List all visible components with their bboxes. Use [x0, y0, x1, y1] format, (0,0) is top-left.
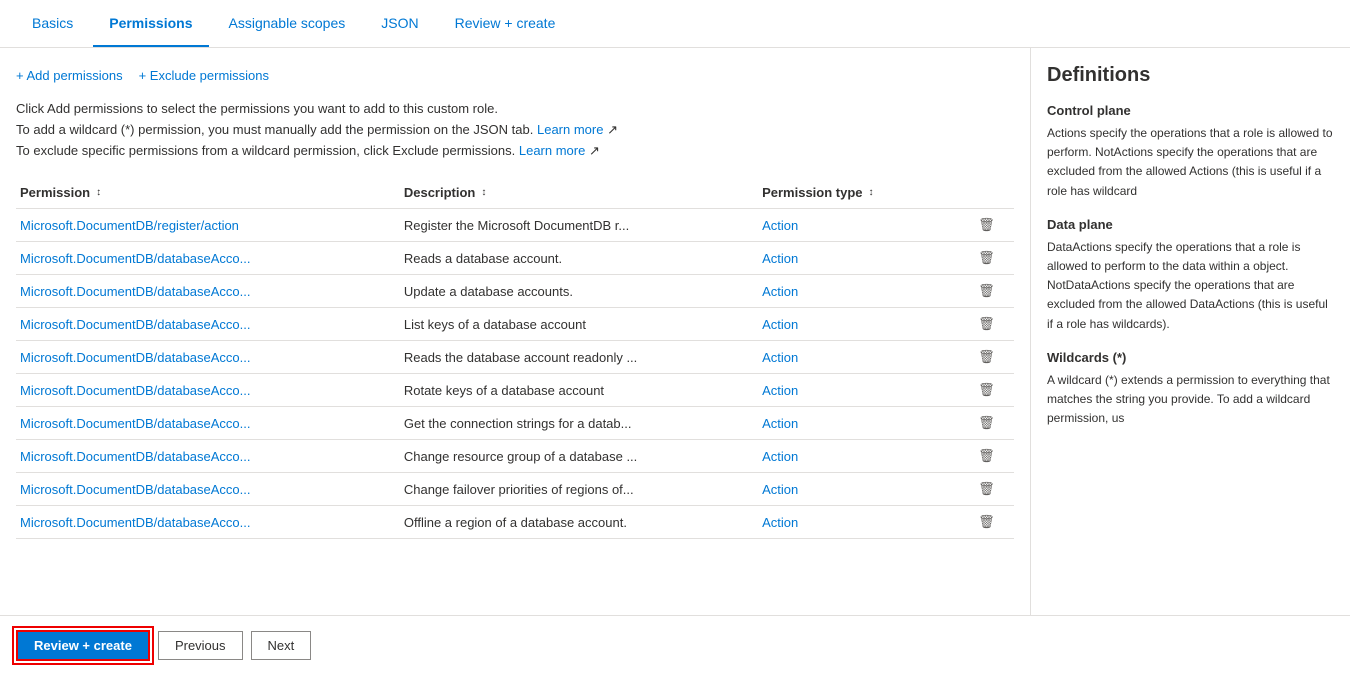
col-header-permission: Permission ↕: [16, 177, 400, 209]
exclude-permissions-button[interactable]: + Exclude permissions: [139, 64, 269, 87]
def-data-plane-text: DataActions specify the operations that …: [1047, 238, 1334, 334]
add-permissions-button[interactable]: + Add permissions: [16, 64, 123, 87]
def-control-plane-title: Control plane: [1047, 103, 1334, 118]
col-header-description: Description ↕: [400, 177, 758, 209]
delete-row-button-2[interactable]: 🗑: [963, 275, 1014, 308]
cell-type-2: Action: [758, 275, 963, 308]
table-row: Microsoft.DocumentDB/databaseAcco... Rea…: [16, 341, 1014, 374]
delete-row-button-9[interactable]: 🗑: [963, 506, 1014, 539]
tab-assignable-scopes[interactable]: Assignable scopes: [213, 1, 362, 47]
cell-description-1: Reads a database account.: [400, 242, 758, 275]
tab-permissions[interactable]: Permissions: [93, 1, 208, 47]
cell-description-9: Offline a region of a database account.: [400, 506, 758, 539]
cell-type-0: Action: [758, 209, 963, 242]
cell-type-7: Action: [758, 440, 963, 473]
def-data-plane-title: Data plane: [1047, 217, 1334, 232]
def-data-plane: Data plane DataActions specify the opera…: [1047, 217, 1334, 334]
table-row: Microsoft.DocumentDB/databaseAcco... Lis…: [16, 308, 1014, 341]
table-header-row: Permission ↕ Description ↕ Permission ty…: [16, 177, 1014, 209]
definitions-panel: Definitions Control plane Actions specif…: [1030, 48, 1350, 615]
cell-permission-6[interactable]: Microsoft.DocumentDB/databaseAcco...: [16, 407, 400, 440]
cell-type-9: Action: [758, 506, 963, 539]
delete-row-button-5[interactable]: 🗑: [963, 374, 1014, 407]
delete-row-button-8[interactable]: 🗑: [963, 473, 1014, 506]
def-wildcards-title: Wildcards (*): [1047, 350, 1334, 365]
def-control-plane-text: Actions specify the operations that a ro…: [1047, 124, 1334, 201]
cell-type-6: Action: [758, 407, 963, 440]
table-row: Microsoft.DocumentDB/databaseAcco... Rea…: [16, 242, 1014, 275]
cell-permission-1[interactable]: Microsoft.DocumentDB/databaseAcco...: [16, 242, 400, 275]
learn-more-link-1[interactable]: Learn more: [537, 122, 603, 137]
main-container: + Add permissions + Exclude permissions …: [0, 48, 1350, 615]
sort-icon-type[interactable]: ↕: [869, 187, 874, 198]
def-control-plane: Control plane Actions specify the operat…: [1047, 103, 1334, 201]
cell-type-1: Action: [758, 242, 963, 275]
tab-review-create[interactable]: Review + create: [439, 1, 572, 47]
cell-permission-0[interactable]: Microsoft.DocumentDB/register/action: [16, 209, 400, 242]
table-row: Microsoft.DocumentDB/databaseAcco... Cha…: [16, 473, 1014, 506]
info-text: Click Add permissions to select the perm…: [16, 99, 1014, 161]
table-row: Microsoft.DocumentDB/databaseAcco... Cha…: [16, 440, 1014, 473]
table-row: Microsoft.DocumentDB/databaseAcco... Off…: [16, 506, 1014, 539]
cell-description-4: Reads the database account readonly ...: [400, 341, 758, 374]
learn-more-link-2[interactable]: Learn more: [519, 143, 585, 158]
cell-permission-8[interactable]: Microsoft.DocumentDB/databaseAcco...: [16, 473, 400, 506]
tab-json[interactable]: JSON: [365, 1, 434, 47]
sort-icon-permission[interactable]: ↕: [96, 187, 101, 198]
cell-description-3: List keys of a database account: [400, 308, 758, 341]
delete-row-button-6[interactable]: 🗑: [963, 407, 1014, 440]
cell-type-8: Action: [758, 473, 963, 506]
delete-row-button-7[interactable]: 🗑: [963, 440, 1014, 473]
cell-description-0: Register the Microsoft DocumentDB r...: [400, 209, 758, 242]
col-header-type: Permission type ↕: [758, 177, 963, 209]
cell-permission-9[interactable]: Microsoft.DocumentDB/databaseAcco...: [16, 506, 400, 539]
cell-permission-7[interactable]: Microsoft.DocumentDB/databaseAcco...: [16, 440, 400, 473]
cell-description-5: Rotate keys of a database account: [400, 374, 758, 407]
def-wildcards: Wildcards (*) A wildcard (*) extends a p…: [1047, 350, 1334, 429]
cell-description-8: Change failover priorities of regions of…: [400, 473, 758, 506]
cell-permission-5[interactable]: Microsoft.DocumentDB/databaseAcco...: [16, 374, 400, 407]
col-header-delete: [963, 177, 1014, 209]
cell-type-4: Action: [758, 341, 963, 374]
info-line3: To exclude specific permissions from a w…: [16, 141, 1014, 162]
actions-bar: + Add permissions + Exclude permissions: [16, 64, 1014, 87]
nav-tabs: Basics Permissions Assignable scopes JSO…: [0, 0, 1350, 48]
cell-description-7: Change resource group of a database ...: [400, 440, 758, 473]
delete-row-button-1[interactable]: 🗑: [963, 242, 1014, 275]
tab-basics[interactable]: Basics: [16, 1, 89, 47]
permissions-table: Permission ↕ Description ↕ Permission ty…: [16, 177, 1014, 539]
info-line1: Click Add permissions to select the perm…: [16, 99, 1014, 120]
table-row: Microsoft.DocumentDB/register/action Reg…: [16, 209, 1014, 242]
next-button[interactable]: Next: [251, 631, 312, 660]
delete-row-button-4[interactable]: 🗑: [963, 341, 1014, 374]
delete-row-button-3[interactable]: 🗑: [963, 308, 1014, 341]
def-wildcards-text: A wildcard (*) extends a permission to e…: [1047, 371, 1334, 429]
cell-description-2: Update a database accounts.: [400, 275, 758, 308]
cell-description-6: Get the connection strings for a datab..…: [400, 407, 758, 440]
cell-type-5: Action: [758, 374, 963, 407]
cell-type-3: Action: [758, 308, 963, 341]
footer: Review + create Previous Next: [0, 615, 1350, 675]
cell-permission-2[interactable]: Microsoft.DocumentDB/databaseAcco...: [16, 275, 400, 308]
definitions-title: Definitions: [1047, 64, 1334, 87]
cell-permission-3[interactable]: Microsoft.DocumentDB/databaseAcco...: [16, 308, 400, 341]
table-row: Microsoft.DocumentDB/databaseAcco... Upd…: [16, 275, 1014, 308]
sort-icon-description[interactable]: ↕: [481, 187, 486, 198]
cell-permission-4[interactable]: Microsoft.DocumentDB/databaseAcco...: [16, 341, 400, 374]
left-panel: + Add permissions + Exclude permissions …: [0, 48, 1030, 615]
table-row: Microsoft.DocumentDB/databaseAcco... Get…: [16, 407, 1014, 440]
previous-button[interactable]: Previous: [158, 631, 243, 660]
info-line2: To add a wildcard (*) permission, you mu…: [16, 120, 1014, 141]
table-row: Microsoft.DocumentDB/databaseAcco... Rot…: [16, 374, 1014, 407]
review-create-button[interactable]: Review + create: [16, 630, 150, 661]
delete-row-button-0[interactable]: 🗑: [963, 209, 1014, 242]
